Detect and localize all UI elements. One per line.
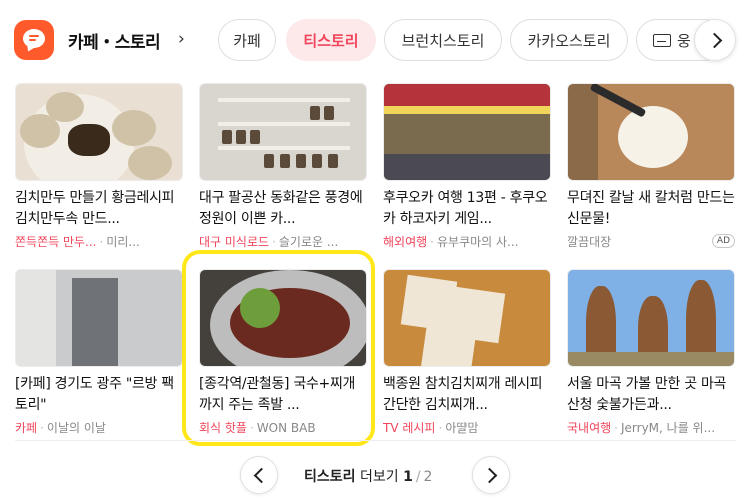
post-author[interactable]: 미리... xyxy=(106,235,140,249)
post-title[interactable]: 무뎌진 칼날 새 칼처럼 만드는 신문물! xyxy=(567,188,735,230)
tab-kakao-story[interactable]: 카카오스토리 xyxy=(510,19,628,61)
post-category[interactable]: 카페 xyxy=(15,421,37,435)
section-title[interactable]: 카페・스토리 xyxy=(68,28,161,53)
post-title[interactable]: 대구 팔공산 동화같은 풍경에 정원이 이쁜 카... xyxy=(199,188,367,230)
post-title[interactable]: 서울 마곡 가볼 만한 곳 마곡 산청 숯불가든과... xyxy=(567,374,735,416)
chevron-right-icon[interactable]: › xyxy=(178,29,185,49)
post-author[interactable]: JerryM, 나를 위... xyxy=(621,421,715,435)
post-meta: TV 레시피 · 아땰맘 xyxy=(383,421,479,435)
pagination-label[interactable]: 티스토리 더보기 1/2 xyxy=(304,466,432,486)
tab-cafe[interactable]: 카페 xyxy=(218,19,276,61)
post-meta: 카페 · 이날의 이날 xyxy=(15,421,106,435)
post-meta: 대구 미식로드 · 슬기로운 ... xyxy=(199,235,339,249)
current-page: 1 xyxy=(403,469,413,485)
divider xyxy=(15,440,736,441)
highlight-annotation xyxy=(182,250,375,446)
pagination: 티스토리 더보기 1/2 xyxy=(0,440,751,502)
post-author[interactable]: 슬기로운 ... xyxy=(279,235,338,249)
post-card[interactable]: 김치만두 만들기 황금레시피 김치만두속 만드... 쫀득쫀득 만두... · 미리… xyxy=(15,83,183,250)
header: 카페・스토리 › 카페 티스토리 브런치스토리 카카오스토리 웅 xyxy=(0,0,751,80)
pagination-more: 더보기 xyxy=(359,469,399,485)
post-card-ad[interactable]: 무뎌진 칼날 새 칼처럼 만드는 신문물! 깔끔대장 AD xyxy=(567,83,735,250)
post-thumbnail[interactable] xyxy=(567,83,735,181)
post-author[interactable]: 이날의 이날 xyxy=(47,421,106,435)
post-category[interactable]: 대구 미식로드 xyxy=(199,235,269,249)
kakao-story-logo-icon[interactable] xyxy=(14,20,54,60)
post-thumbnail[interactable] xyxy=(15,269,183,367)
tv-icon xyxy=(653,33,671,47)
tabs-next-button[interactable] xyxy=(694,19,736,61)
post-thumbnail[interactable] xyxy=(567,269,735,367)
post-category[interactable]: 해외여행 xyxy=(383,235,427,249)
post-title[interactable]: 김치만두 만들기 황금레시피 김치만두속 만드... xyxy=(15,188,183,230)
post-meta: 쫀득쫀득 만두... · 미리... xyxy=(15,235,140,249)
pagination-source: 티스토리 xyxy=(304,469,356,485)
post-card[interactable]: 후쿠오카 여행 13편 - 후쿠오카 하코자키 게임... 해외여행 · 유부쿠마의… xyxy=(383,83,551,250)
ad-badge: AD xyxy=(711,234,735,248)
post-card[interactable]: 대구 팔공산 동화같은 풍경에 정원이 이쁜 카... 대구 미식로드 · 슬기로운… xyxy=(199,83,367,250)
post-category[interactable]: 쫀득쫀득 만두... xyxy=(15,235,97,249)
total-pages: 2 xyxy=(423,469,433,485)
tab-partial-label: 웅 xyxy=(677,31,691,50)
tab-tistory[interactable]: 티스토리 xyxy=(286,19,376,61)
post-author[interactable]: 깔끔대장 xyxy=(567,235,611,249)
next-page-button[interactable] xyxy=(472,456,510,494)
page-separator: / xyxy=(415,469,421,485)
post-thumbnail[interactable] xyxy=(199,83,367,181)
post-thumbnail[interactable] xyxy=(15,83,183,181)
post-category[interactable]: 국내여행 xyxy=(567,421,611,435)
post-meta: 깔끔대장 AD xyxy=(567,234,735,250)
post-category[interactable]: TV 레시피 xyxy=(383,421,435,435)
prev-page-button[interactable] xyxy=(240,456,278,494)
post-thumbnail[interactable] xyxy=(383,269,551,367)
post-title[interactable]: 후쿠오카 여행 13편 - 후쿠오카 하코자키 게임... xyxy=(383,188,551,230)
post-title[interactable]: 백종원 참치김치찌개 레시피 간단한 김치찌개... xyxy=(383,374,551,416)
post-title[interactable]: [카페] 경기도 광주 "르방 팩토리" xyxy=(15,374,183,416)
tab-brunch-story[interactable]: 브런치스토리 xyxy=(384,19,502,61)
post-card[interactable]: 서울 마곡 가볼 만한 곳 마곡 산청 숯불가든과... 국내여행 · JerryM… xyxy=(567,269,735,436)
post-meta: 해외여행 · 유부쿠마의 사... xyxy=(383,235,519,249)
post-meta: 국내여행 · JerryM, 나를 위... xyxy=(567,421,716,435)
post-card[interactable]: 백종원 참치김치찌개 레시피 간단한 김치찌개... TV 레시피 · 아땰맘 xyxy=(383,269,551,436)
post-thumbnail[interactable] xyxy=(383,83,551,181)
post-card[interactable]: [카페] 경기도 광주 "르방 팩토리" 카페 · 이날의 이날 xyxy=(15,269,183,436)
post-author[interactable]: 유부쿠마의 사... xyxy=(437,235,519,249)
post-author[interactable]: 아땰맘 xyxy=(445,421,478,435)
